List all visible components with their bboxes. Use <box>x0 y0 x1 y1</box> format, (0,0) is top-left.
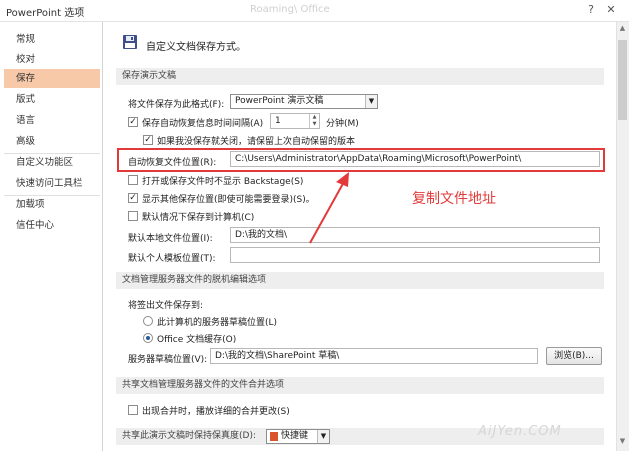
annotation-text: 复制文件地址 <box>412 191 496 207</box>
annotation-arrow <box>309 172 349 244</box>
watermark: AiJYen.COM <box>478 424 562 439</box>
